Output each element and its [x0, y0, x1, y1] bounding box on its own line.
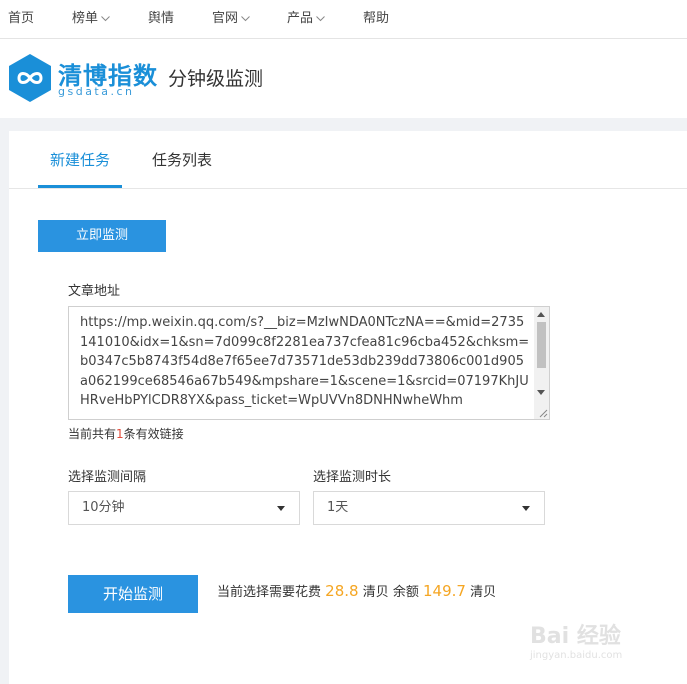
resize-grip-icon[interactable] [539, 409, 548, 418]
logo-domain: gsdata.cn [58, 85, 135, 98]
nav-item-home[interactable]: 首页 [8, 0, 34, 38]
baidu-watermark: Bai 经验 jingyan.baidu.com [528, 614, 658, 674]
scroll-down-arrow-icon[interactable] [537, 390, 545, 395]
main-panel: 新建任务 任务列表 立即监测 文章地址 https://mp.weixin.qq… [9, 131, 687, 684]
watermark-text: Bai 经验 [530, 624, 621, 649]
tab-bar: 新建任务 任务列表 [9, 131, 687, 189]
nav-item-label: 首页 [8, 11, 35, 26]
chevron-down-icon [101, 15, 110, 21]
interval-value: 10分钟 [82, 500, 125, 515]
interval-select[interactable]: 10分钟 [68, 491, 300, 525]
cost-summary: 当前选择需要花费 28.8 清贝 余额 149.7 清贝 [217, 581, 496, 600]
textarea-scrollbar[interactable] [534, 307, 549, 419]
nav-item-label: 产品 [287, 11, 314, 26]
url-textarea[interactable]: https://mp.weixin.qq.com/s?__biz=MzIwNDA… [68, 306, 550, 420]
caret-down-icon [277, 506, 285, 511]
page-title: 分钟级监测 [168, 68, 264, 90]
balance-amount: 149.7 [423, 582, 466, 600]
cost-prefix: 当前选择需要花费 [217, 585, 322, 600]
start-monitoring-button[interactable]: 开始监测 [68, 575, 198, 613]
nav-item-products[interactable]: 产品 [287, 0, 325, 38]
cost-unit: 清贝 [362, 585, 389, 600]
balance-unit: 清贝 [470, 585, 497, 600]
chevron-down-icon [241, 15, 250, 21]
monitor-now-button[interactable]: 立即监测 [38, 220, 166, 252]
nav-item-label: 舆情 [148, 11, 175, 26]
count-prefix: 当前共有 [68, 427, 117, 441]
duration-value: 1天 [327, 500, 349, 515]
nav-item-label: 官网 [212, 11, 239, 26]
balance-label: 余额 [392, 585, 419, 600]
nav-item-official-site[interactable]: 官网 [212, 0, 250, 38]
site-header: 清博指数 gsdata.cn 分钟级监测 [0, 39, 687, 118]
caret-down-icon [522, 506, 530, 511]
duration-label: 选择监测时长 [313, 470, 392, 485]
nav-item-label: 榜单 [72, 11, 99, 26]
interval-label: 选择监测间隔 [68, 470, 147, 485]
scroll-thumb[interactable] [537, 322, 546, 368]
tab-task-list[interactable]: 任务列表 [152, 131, 212, 187]
watermark-sub: jingyan.baidu.com [530, 650, 623, 661]
cost-amount: 28.8 [325, 582, 359, 600]
nav-item-label: 帮助 [363, 11, 390, 26]
top-nav: 首页 榜单 舆情 官网 产品 帮助 [0, 0, 687, 39]
duration-select[interactable]: 1天 [313, 491, 545, 525]
scroll-up-arrow-icon[interactable] [537, 312, 545, 317]
count-number: 1 [116, 427, 124, 441]
url-label: 文章地址 [68, 284, 121, 299]
tab-new-task[interactable]: 新建任务 [38, 131, 122, 188]
gsdata-logo-icon[interactable] [8, 53, 52, 103]
count-suffix: 条有效链接 [123, 427, 184, 441]
nav-item-opinion[interactable]: 舆情 [148, 0, 174, 38]
nav-item-help[interactable]: 帮助 [363, 0, 389, 38]
valid-link-count: 当前共有1条有效链接 [68, 425, 184, 442]
chevron-down-icon [316, 15, 325, 21]
nav-item-rankings[interactable]: 榜单 [72, 0, 110, 38]
url-value[interactable]: https://mp.weixin.qq.com/s?__biz=MzIwNDA… [80, 313, 530, 411]
